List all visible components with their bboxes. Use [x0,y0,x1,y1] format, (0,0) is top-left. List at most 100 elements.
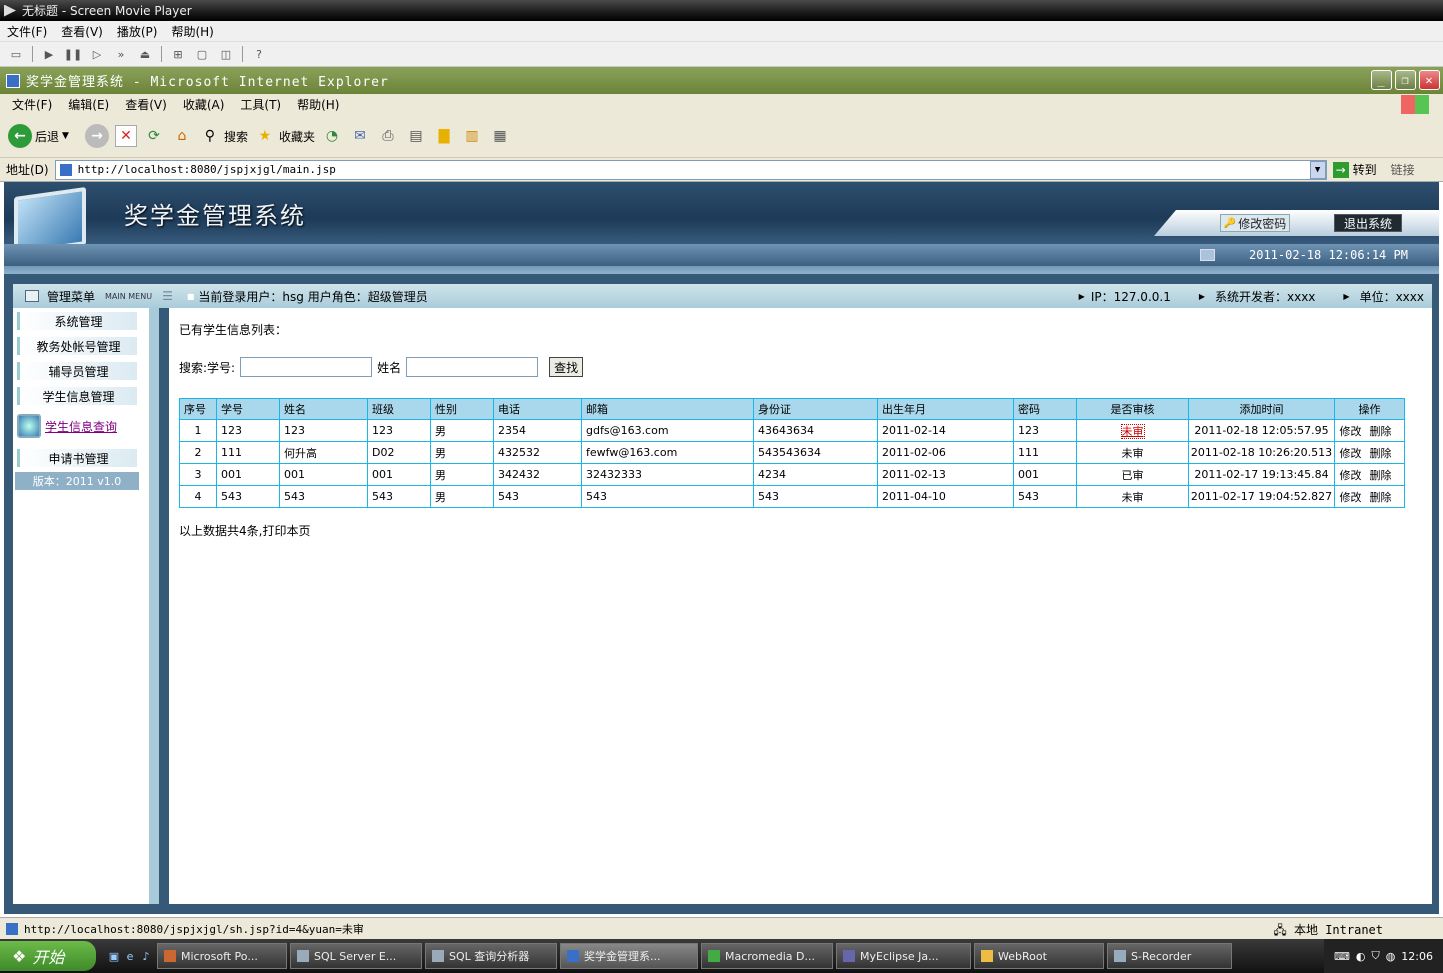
audit-link[interactable]: 未审 [1122,491,1144,504]
student-query-link[interactable]: 学生信息查询 [17,414,117,438]
step-forward-icon[interactable]: ▷ [89,46,105,62]
change-password-button[interactable]: 🔑 修改密码 [1220,214,1290,232]
play-icon[interactable]: ▶ [41,46,57,62]
student-query-label: 学生信息查询 [45,419,118,434]
edit-link[interactable]: 修改 [1340,491,1362,504]
task-ie[interactable]: 奖学金管理系... [560,943,698,969]
history-icon[interactable]: ◔ [321,125,343,147]
ie-title-bar: 奖学金管理系统 - Microsoft Internet Explorer _ … [0,67,1443,94]
task-myeclipse[interactable]: MyEclipse Ja... [836,943,971,969]
ie-menu-file[interactable]: 文件(F) [12,96,52,113]
start-button[interactable]: ❖ 开始 [0,941,96,971]
player-menu-view[interactable]: 查看(V) [61,23,103,40]
player-title-bar: 无标题 - Screen Movie Player [0,0,1443,21]
task-sql-analyzer[interactable]: SQL 查询分析器 [425,943,557,969]
audit-link[interactable]: 未审 [1120,423,1145,439]
delete-link[interactable]: 删除 [1370,447,1392,460]
ie-menu-help[interactable]: 帮助(H) [297,96,339,113]
sidebar-item-application[interactable]: 申请书管理 [17,449,137,467]
screen-icon [1200,249,1215,261]
student-id-input[interactable] [240,357,373,377]
back-button[interactable]: ← 后退 ▼ [8,124,69,148]
ie-menu-edit[interactable]: 编辑(E) [68,96,109,113]
forward-arrow-icon[interactable]: → [84,124,109,148]
audit-link[interactable]: 未审 [1122,447,1144,460]
sidebar-item-counselor[interactable]: 辅导员管理 [17,362,137,380]
address-input[interactable]: http://localhost:8080/jspjxjgl/main.jsp … [54,159,1327,180]
menu-icon [25,290,39,302]
chevron-down-icon[interactable]: ▼ [1309,160,1326,179]
sidebar-item-student-info[interactable]: 学生信息管理 [17,387,137,405]
book-icon[interactable]: ▥ [461,125,483,147]
resize-icon[interactable]: ◫ [218,46,234,62]
player-menu-play[interactable]: 播放(P) [117,23,158,40]
links-button[interactable]: 链接 [1391,161,1415,178]
taskbar: ❖ 开始 ▣ e ♪ Microsoft Po... SQL Server E.… [0,939,1443,973]
task-s-recorder[interactable]: S-Recorder [1107,943,1232,969]
sidebar-item-academic-account[interactable]: 教务处帐号管理 [17,337,137,355]
player-menu-file[interactable]: 文件(F) [7,23,47,40]
pause-icon[interactable]: ❚❚ [64,46,82,62]
delete-link[interactable]: 删除 [1370,469,1392,482]
table-header-row: 序号 学号 姓名 班级 性别 电话 邮箱 身份证 出生年月 密码 是否审核 添加… [179,398,1405,420]
window-icon[interactable]: ▢ [194,46,210,62]
close-icon[interactable]: ✕ [1419,70,1440,90]
cell-actions: 修改 删除 [1334,441,1405,464]
eject-icon[interactable]: ⏏ [137,46,153,62]
print-icon[interactable]: ⎙ [377,125,399,147]
player-menu-help[interactable]: 帮助(H) [171,23,213,40]
col-actions: 操作 [1334,398,1405,420]
gear-icon [17,414,41,438]
ie-menu-tools[interactable]: 工具(T) [240,96,281,113]
task-sql-server[interactable]: SQL Server E... [290,943,422,969]
zoom-fit-icon[interactable]: ⊞ [170,46,186,62]
sidebar-item-system[interactable]: 系统管理 [17,312,137,330]
edit-link[interactable]: 修改 [1340,425,1362,438]
quicklaunch-desktop-icon[interactable]: ▣ [106,948,122,964]
search-button[interactable]: ⚲ 搜索 [199,125,248,147]
cell-class: 543 [367,485,431,508]
cell-phone: 543 [493,485,582,508]
cell-email: gdfs@163.com [581,419,754,442]
task-webroot[interactable]: WebRoot [974,943,1104,969]
clock[interactable]: 12:06 [1401,950,1433,963]
arrow-right-icon: ▶ [1198,291,1205,301]
stop-icon[interactable]: ✕ [114,125,137,147]
audit-link[interactable]: 已审 [1122,469,1144,482]
ie-menu-view[interactable]: 查看(V) [125,96,167,113]
help-icon[interactable]: ? [251,46,267,62]
delete-link[interactable]: 删除 [1370,491,1392,504]
mail-icon[interactable]: ✉ [349,125,371,147]
search-button[interactable]: 查找 [549,357,584,377]
note-icon[interactable]: ▇ [433,125,455,147]
research-icon[interactable]: ▦ [489,125,511,147]
edit-link[interactable]: 修改 [1340,469,1362,482]
keyboard-icon[interactable]: ⌨ [1334,950,1350,963]
quicklaunch-media-icon[interactable]: ♪ [138,948,154,964]
go-button[interactable]: → 转到 [1332,161,1377,178]
edit-link[interactable]: 修改 [1340,447,1362,460]
restore-icon[interactable]: ❐ [1395,70,1416,90]
refresh-icon[interactable]: ⟳ [143,125,165,147]
open-folder-icon[interactable]: ▭ [8,46,24,62]
favorites-button[interactable]: ★ 收藏夹 [254,125,315,147]
ie-menu-favorites[interactable]: 收藏(A) [183,96,225,113]
quicklaunch-ie-icon[interactable]: e [122,948,138,964]
task-powerpoint[interactable]: Microsoft Po... [157,943,287,969]
shield-icon[interactable]: ⛉ [1371,949,1379,963]
col-phone: 电话 [493,398,582,420]
qq-icon[interactable]: ◍ [1386,950,1396,963]
network-icon[interactable]: ◐ [1356,950,1366,963]
edit-icon[interactable]: ▤ [405,125,427,147]
name-input[interactable] [406,357,539,377]
delete-link[interactable]: 删除 [1370,425,1392,438]
menu-label-en: MAIN MENU [105,291,153,301]
cell-audit: 未审 [1076,419,1189,442]
page-icon [6,922,18,935]
cell-idcard: 543 [753,485,878,508]
task-macromedia[interactable]: Macromedia D... [701,943,833,969]
home-icon[interactable]: ⌂ [171,125,193,147]
logout-button[interactable]: 退出系统 [1334,214,1402,232]
minimize-icon[interactable]: _ [1371,70,1392,90]
fast-forward-icon[interactable]: » [113,46,129,62]
